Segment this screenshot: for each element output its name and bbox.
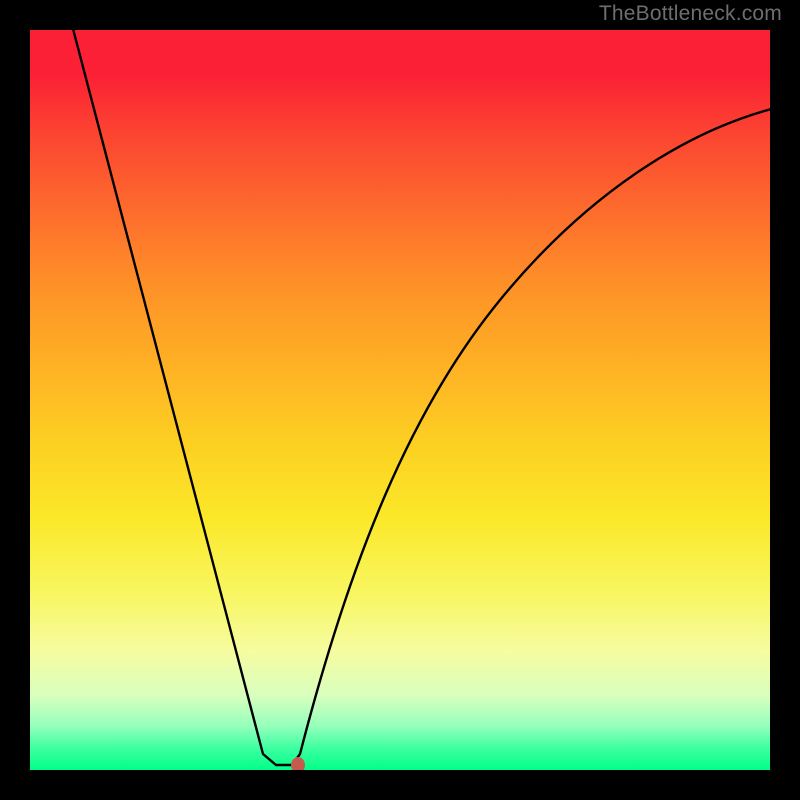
bottleneck-curve <box>30 30 770 770</box>
optimal-point-marker <box>291 757 305 770</box>
chart-frame: TheBottleneck.com <box>0 0 800 800</box>
plot-area <box>30 30 770 770</box>
watermark-text: TheBottleneck.com <box>599 2 782 26</box>
